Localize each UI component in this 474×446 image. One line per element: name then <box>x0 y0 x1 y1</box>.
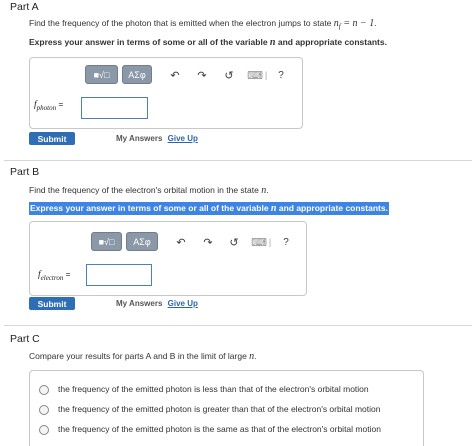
part-c-question: Compare your results for parts A and B i… <box>29 351 257 362</box>
part-b-instruction: Express your answer in terms of some or … <box>29 202 389 215</box>
part-c-question-end: . <box>254 351 257 361</box>
f-electron-equals: = <box>65 270 71 279</box>
templates-button[interactable]: ■√□ <box>91 232 122 251</box>
part-a-my-answers-link: My Answers Give Up <box>116 134 198 143</box>
f-photon-input[interactable] <box>81 97 148 119</box>
option-radio-2[interactable] <box>39 405 49 415</box>
f-photon-label-sub: photon <box>36 103 57 112</box>
part-b-submit-button[interactable]: Submit <box>29 297 75 310</box>
part-a-question-text: Find the frequency of the photon that is… <box>29 18 334 28</box>
f-photon-equals: = <box>58 100 64 109</box>
keyboard-icon[interactable]: ⌨ <box>251 234 267 250</box>
part-c-question-text: Compare your results for parts A and B i… <box>29 351 250 361</box>
redo-icon[interactable]: ↷ <box>202 234 214 250</box>
help-icon[interactable]: ? <box>281 234 291 250</box>
toolbar-separator: | <box>268 237 272 247</box>
option-label-2[interactable]: the frequency of the emitted photon is g… <box>58 404 380 414</box>
part-b-instruction-suffix: and appropriate constants. <box>276 203 388 213</box>
part-a-question: Find the frequency of the photon that is… <box>29 18 377 31</box>
part-a-instruction-text: Express your answer in terms of some or … <box>29 37 270 47</box>
part-a-title: Part A <box>10 1 39 13</box>
part-c-options-box: the frequency of the emitted photon is l… <box>29 370 424 446</box>
part-b-question-end: . <box>266 185 269 195</box>
part-b-instruction-text: Express your answer in terms of some or … <box>30 203 271 213</box>
symbols-button[interactable]: ΑΣφ <box>126 232 158 251</box>
option-label-1[interactable]: the frequency of the emitted photon is l… <box>58 384 369 394</box>
option-label-3[interactable]: the frequency of the emitted photon is t… <box>58 424 381 434</box>
part-a-give-up-link[interactable]: Give Up <box>168 134 198 143</box>
undo-icon[interactable]: ↶ <box>169 67 181 83</box>
part-b-question-text: Find the frequency of the electron's orb… <box>29 185 262 195</box>
option-radio-3[interactable] <box>39 425 49 435</box>
f-photon-label: fphoton = <box>34 100 63 112</box>
f-electron-label-sub: electron <box>40 273 64 282</box>
symbols-button[interactable]: ΑΣφ <box>122 65 152 84</box>
f-electron-input[interactable] <box>86 264 152 286</box>
option-radio-1[interactable] <box>39 385 49 395</box>
templates-button[interactable]: ■√□ <box>85 65 118 84</box>
part-b-question: Find the frequency of the electron's orb… <box>29 185 269 196</box>
undo-icon[interactable]: ↶ <box>175 234 187 250</box>
part-a-submit-button[interactable]: Submit <box>29 132 75 145</box>
symbols-icon: ΑΣφ <box>133 236 151 247</box>
part-a-instruction: Express your answer in terms of some or … <box>29 37 387 48</box>
part-c-title: Part C <box>10 333 40 345</box>
part-b-title: Part B <box>10 166 40 178</box>
divider-bc <box>4 325 472 326</box>
toolbar-separator: | <box>264 70 268 80</box>
divider-ab <box>4 160 472 161</box>
part-a-question-end: . <box>374 18 377 28</box>
part-a-question-math-rest: = n − 1 <box>340 18 375 29</box>
symbols-icon: ΑΣφ <box>128 69 146 80</box>
f-electron-label: felectron = <box>38 270 70 282</box>
part-a-instruction-suffix: and appropriate constants. <box>275 37 387 47</box>
part-b-my-answers-link: My Answers Give Up <box>116 299 198 308</box>
keyboard-icon[interactable]: ⌨ <box>247 67 263 83</box>
part-b-give-up-link[interactable]: Give Up <box>168 299 198 308</box>
redo-icon[interactable]: ↷ <box>196 67 208 83</box>
part-b-answer-box: ■√□ ΑΣφ ↶ ↷ ↺ ⌨ | ? felectron = <box>29 221 307 296</box>
reset-icon[interactable]: ↺ <box>223 67 235 83</box>
templates-icon: ■√□ <box>98 236 115 247</box>
part-a-my-answers-text[interactable]: My Answers <box>116 134 162 143</box>
part-a-answer-box: ■√□ ΑΣφ ↶ ↷ ↺ ⌨ | ? fphoton = <box>29 57 303 129</box>
reset-icon[interactable]: ↺ <box>228 234 240 250</box>
templates-icon: ■√□ <box>93 69 110 80</box>
part-b-my-answers-text[interactable]: My Answers <box>116 299 162 308</box>
help-icon[interactable]: ? <box>276 67 286 83</box>
